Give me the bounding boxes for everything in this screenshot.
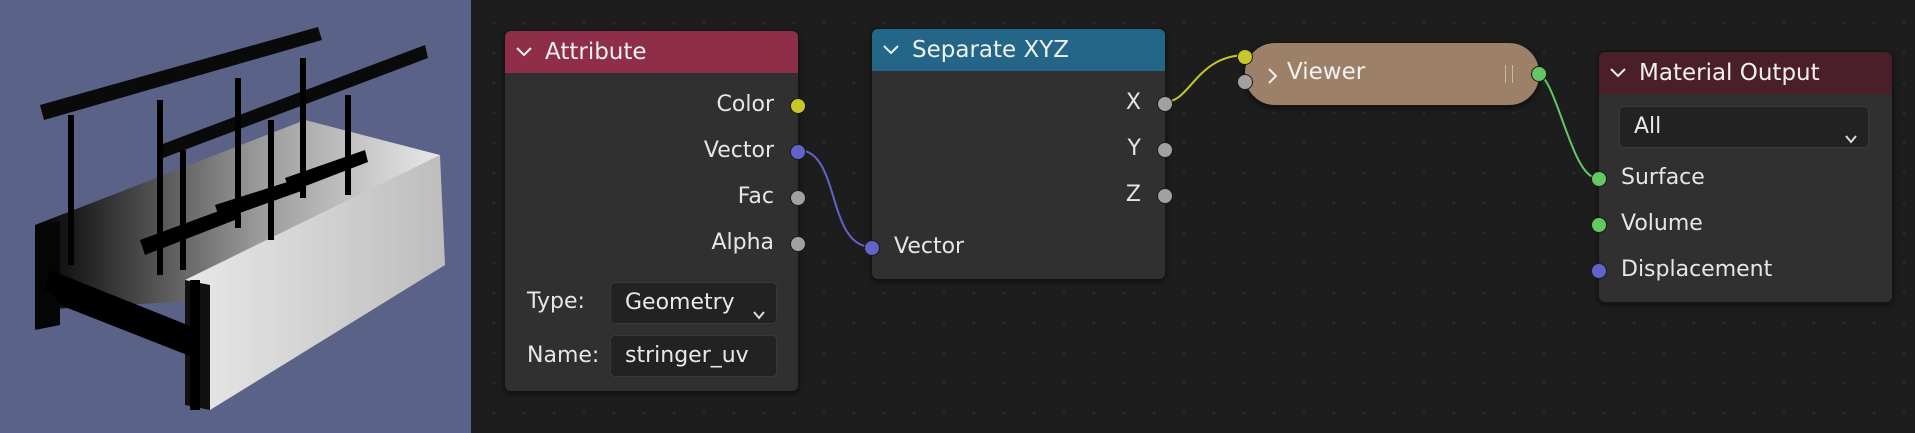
chevron-down-icon bbox=[752, 296, 766, 336]
output-color-socket[interactable] bbox=[790, 98, 806, 114]
output-fac-label: Fac bbox=[737, 184, 774, 209]
material-output-node-header[interactable]: Material Output bbox=[1599, 52, 1892, 94]
separate-xyz-node-header[interactable]: Separate XYZ bbox=[872, 29, 1165, 71]
input-displacement-label: Displacement bbox=[1621, 257, 1773, 282]
output-vector-socket[interactable] bbox=[790, 144, 806, 160]
material-output-node[interactable]: Material Output All Surface Volume Displ… bbox=[1591, 51, 1893, 303]
output-color-label: Color bbox=[716, 92, 774, 117]
input-displacement-socket[interactable] bbox=[1591, 263, 1607, 279]
output-vector-label: Vector bbox=[703, 138, 774, 163]
node-editor-canvas[interactable]: Attribute Color Vector Fac Alpha Type: G… bbox=[471, 0, 1915, 433]
type-label: Type: bbox=[527, 289, 585, 314]
type-dropdown-value: Geometry bbox=[625, 290, 735, 315]
input-vector-socket[interactable] bbox=[864, 240, 880, 256]
input-surface-label: Surface bbox=[1621, 165, 1705, 190]
output-fac-socket[interactable] bbox=[790, 190, 806, 206]
output-alpha-label: Alpha bbox=[711, 230, 774, 255]
attribute-node-title: Attribute bbox=[545, 39, 647, 65]
input-surface-socket[interactable] bbox=[1591, 171, 1607, 187]
viewer-node-title: Viewer bbox=[1287, 59, 1366, 85]
output-x-socket[interactable] bbox=[1157, 96, 1173, 112]
bridge-model-render bbox=[35, 27, 445, 410]
target-dropdown-value: All bbox=[1634, 114, 1662, 139]
chevron-down-icon[interactable] bbox=[1609, 67, 1631, 79]
viewer-input-geometry-socket[interactable] bbox=[1237, 74, 1253, 90]
chevron-down-icon[interactable] bbox=[515, 46, 537, 58]
type-dropdown[interactable]: Geometry bbox=[610, 282, 777, 324]
output-z-label: Z bbox=[1125, 182, 1141, 207]
material-output-node-title: Material Output bbox=[1639, 60, 1820, 86]
target-dropdown[interactable]: All bbox=[1619, 106, 1869, 148]
chevron-right-icon[interactable] bbox=[1267, 65, 1279, 91]
output-y-label: Y bbox=[1127, 136, 1141, 161]
output-y-socket[interactable] bbox=[1157, 142, 1173, 158]
viewer-output-socket[interactable] bbox=[1531, 66, 1547, 82]
input-vector-label: Vector bbox=[894, 234, 965, 259]
input-volume-label: Volume bbox=[1621, 211, 1703, 236]
input-volume-socket[interactable] bbox=[1591, 217, 1607, 233]
grip-icon[interactable] bbox=[1505, 65, 1513, 83]
output-z-socket[interactable] bbox=[1157, 188, 1173, 204]
3d-viewport[interactable] bbox=[0, 0, 471, 433]
separate-xyz-node-title: Separate XYZ bbox=[912, 37, 1070, 63]
output-alpha-socket[interactable] bbox=[790, 236, 806, 252]
chevron-down-icon[interactable] bbox=[882, 44, 904, 56]
output-x-label: X bbox=[1125, 90, 1141, 115]
name-input[interactable]: stringer_uv bbox=[610, 335, 777, 377]
separate-xyz-node[interactable]: Separate XYZ X Y Z Vector bbox=[864, 28, 1173, 280]
name-label: Name: bbox=[527, 343, 600, 368]
viewer-input-value-socket[interactable] bbox=[1237, 49, 1253, 65]
attribute-node-header[interactable]: Attribute bbox=[505, 31, 798, 73]
attribute-node[interactable]: Attribute Color Vector Fac Alpha Type: G… bbox=[504, 30, 806, 392]
name-input-value: stringer_uv bbox=[625, 343, 749, 368]
viewer-node[interactable]: Viewer bbox=[1237, 42, 1547, 106]
chevron-down-icon bbox=[1844, 120, 1858, 160]
